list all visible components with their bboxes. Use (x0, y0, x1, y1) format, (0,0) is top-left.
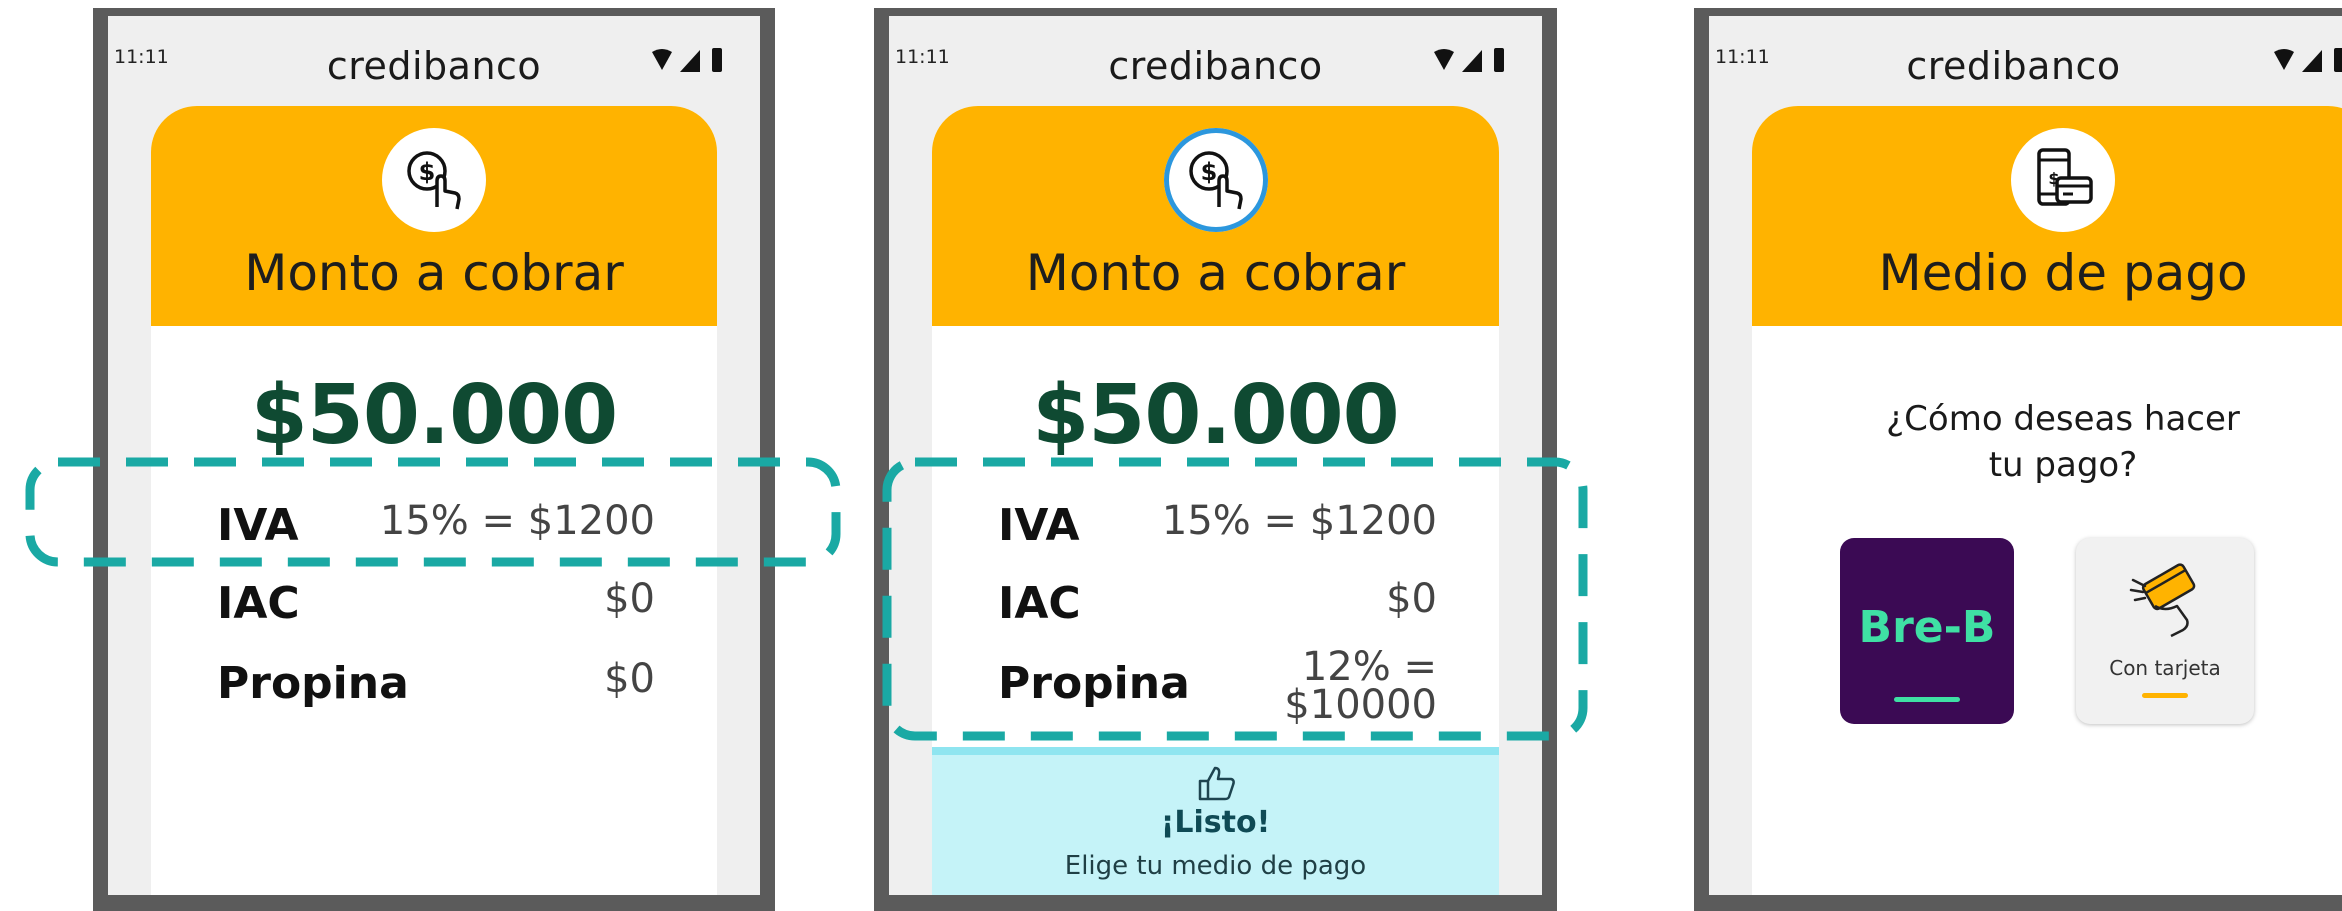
screen-3: 11:11 credibanco $ Medio de pago ¿Cómo d… (1709, 16, 2342, 895)
wifi-icon (652, 49, 672, 70)
row-propina: Propina 12% = $10000 (998, 647, 1437, 748)
option-label: Con tarjeta (2109, 656, 2221, 680)
signal-icon (2302, 50, 2322, 72)
option-con-tarjeta[interactable]: Con tarjeta (2076, 538, 2254, 724)
screen-1: 11:11 credibanco $ Monto a cobrar $50.00… (108, 16, 760, 895)
row-iac: IAC $0 (217, 578, 655, 648)
row-value: 15% = $1200 (379, 498, 655, 544)
page-title: Monto a cobrar (1025, 244, 1406, 302)
ready-banner[interactable]: ¡Listo! Elige tu medio de pago (932, 747, 1499, 895)
amount-card: $ Monto a cobrar $50.000 IVA 15% = $1200… (151, 106, 717, 895)
row-value-line2: $10000 (1284, 682, 1437, 728)
status-icons (2274, 48, 2342, 72)
question-line-2: tu pago? (1988, 445, 2138, 485)
phone-card-payment-icon: $ (2011, 128, 2115, 232)
row-value: $0 (1386, 576, 1437, 622)
payment-card: $ Medio de pago ¿Cómo deseas hacer tu pa… (1752, 106, 2342, 895)
card-header: $ Monto a cobrar (932, 106, 1499, 326)
page-title: Medio de pago (1878, 244, 2248, 302)
row-label: IAC (998, 578, 1081, 629)
battery-icon (712, 48, 722, 72)
row-label: IVA (217, 500, 299, 551)
row-value: $0 (604, 656, 655, 702)
amount-card: $ Monto a cobrar $50.000 IVA 15% = $1200… (932, 106, 1499, 895)
wifi-icon (1434, 49, 1454, 70)
card-header: $ Medio de pago (1752, 106, 2342, 326)
card-header: $ Monto a cobrar (151, 106, 717, 326)
signal-icon (680, 50, 700, 72)
thumbs-up-icon (1198, 766, 1235, 801)
card-tap-icon (2129, 563, 2196, 638)
row-propina: Propina $0 (217, 658, 655, 728)
row-iva: IVA 15% = $1200 (217, 500, 655, 570)
page-title: Monto a cobrar (244, 244, 624, 302)
amount-value: $50.000 (1032, 368, 1399, 463)
brand-logo: credibanco (1906, 44, 2121, 88)
ready-title: ¡Listo! (1160, 805, 1271, 840)
status-bar: 11:11 credibanco (889, 16, 1542, 88)
status-icons (652, 48, 722, 72)
svg-text:$: $ (1200, 158, 1217, 186)
option-bre-b[interactable]: Bre-B (1840, 538, 2014, 724)
option-indicator (1894, 697, 1960, 702)
row-iva: IVA 15% = $1200 (998, 500, 1437, 570)
bre-b-logo: Bre-B (1858, 602, 1996, 653)
row-label: IVA (998, 500, 1080, 551)
row-value: $0 (604, 576, 655, 622)
phone-screen-2: 11:11 credibanco $ Monto a cobrar $50.00… (874, 8, 1557, 911)
row-label: Propina (998, 658, 1190, 709)
status-bar: 11:11 credibanco (108, 16, 760, 88)
phone-screen-3: 11:11 credibanco $ Medio de pago ¿Cómo d… (1694, 8, 2342, 911)
phone-screen-1: 11:11 credibanco $ Monto a cobrar $50.00… (93, 8, 775, 911)
ready-subtitle: Elige tu medio de pago (1064, 851, 1367, 881)
battery-icon (2334, 48, 2342, 72)
payment-question: ¿Cómo deseas hacer tu pago? (1752, 396, 2342, 488)
row-label: IAC (217, 578, 300, 629)
question-line-1: ¿Cómo deseas hacer (1886, 399, 2240, 439)
status-icons (1434, 48, 1504, 72)
row-label: Propina (217, 658, 409, 709)
row-value: 12% = $10000 (1284, 644, 1437, 728)
dollar-tap-icon: $ (1163, 128, 1268, 232)
screen-2: 11:11 credibanco $ Monto a cobrar $50.00… (889, 16, 1542, 895)
battery-icon (1494, 48, 1504, 72)
amount-value: $50.000 (250, 368, 618, 463)
svg-text:$: $ (419, 158, 436, 186)
status-bar: 11:11 credibanco (1709, 16, 2342, 88)
row-value-line1: 12% = (1301, 644, 1437, 690)
row-iac: IAC $0 (998, 578, 1437, 648)
row-value: 15% = $1200 (1161, 498, 1437, 544)
signal-icon (1462, 50, 1482, 72)
option-indicator (2142, 693, 2188, 698)
wifi-icon (2274, 49, 2294, 70)
dollar-tap-icon: $ (382, 128, 486, 232)
